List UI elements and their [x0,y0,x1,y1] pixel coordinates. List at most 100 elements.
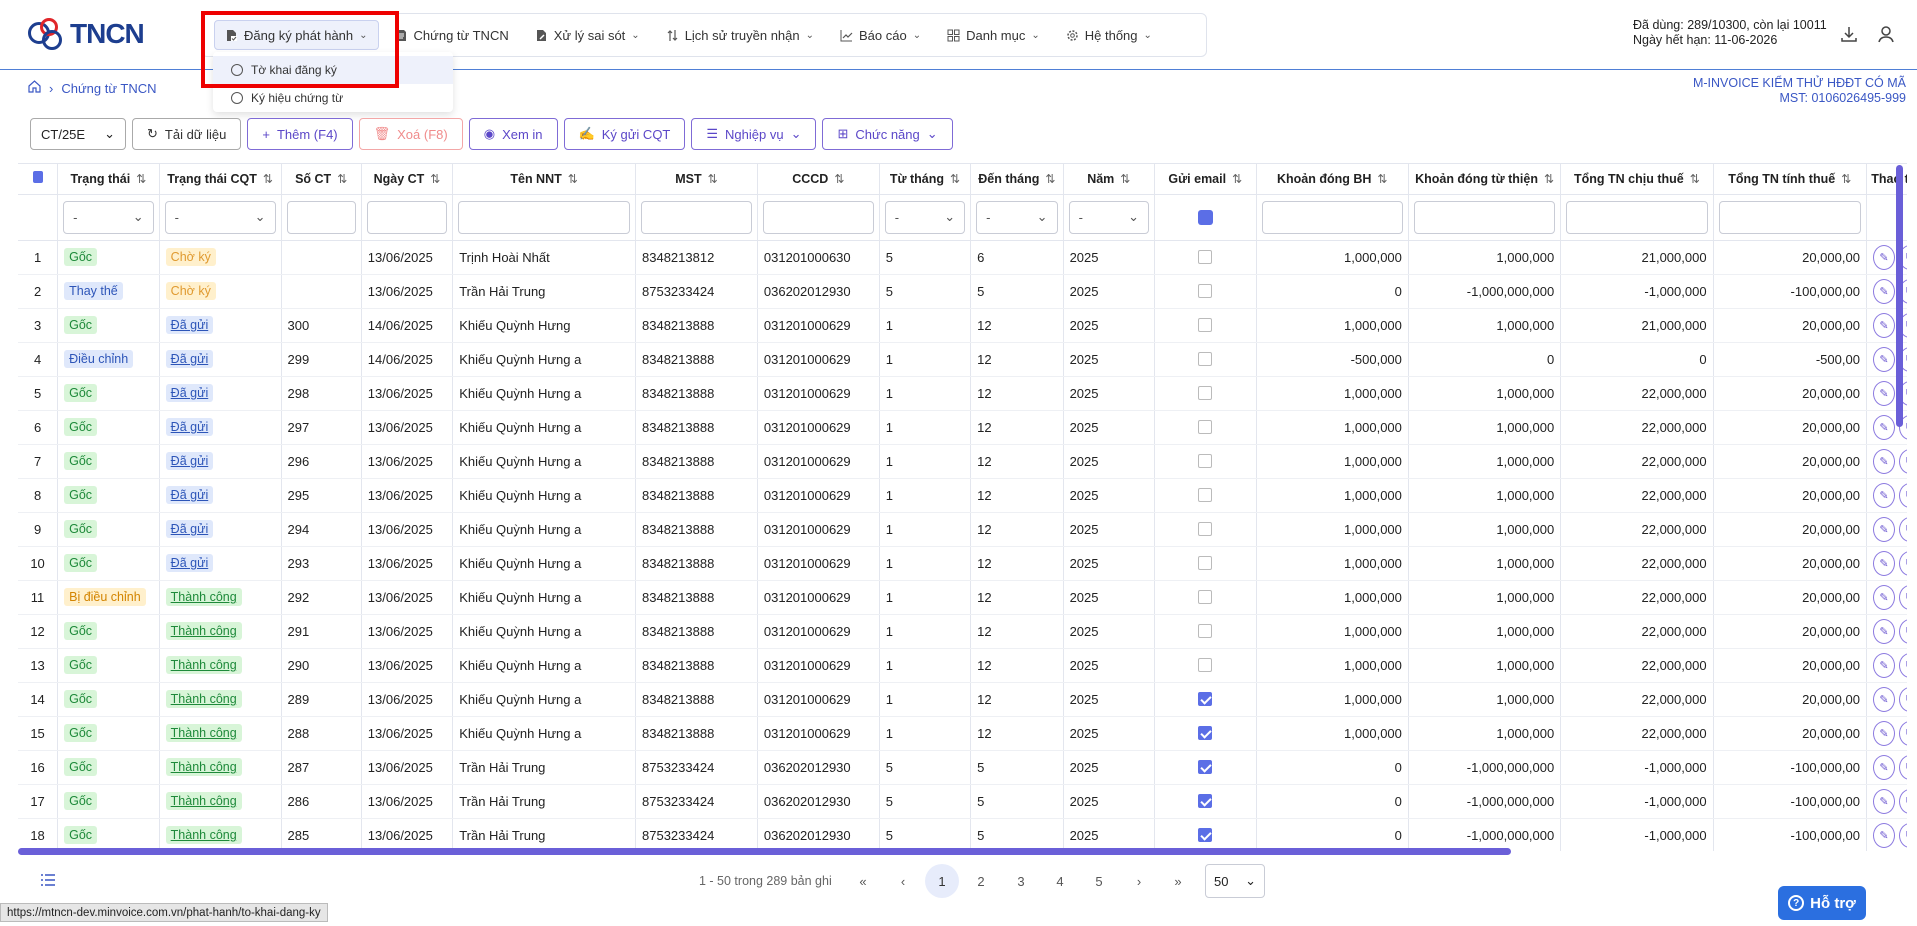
tncn-logo[interactable]: TNCN [26,16,145,52]
cqt-status-badge[interactable]: Thành công [165,690,242,708]
cqt-status-badge[interactable]: Đã gửi [165,452,214,470]
col-header[interactable]: Năm ⇅ [1063,164,1155,195]
edit-icon[interactable]: ✎ [1872,550,1895,576]
user-icon[interactable] [1876,24,1896,44]
col-header[interactable]: Ngày CT ⇅ [361,164,454,195]
copy-icon[interactable]: ⧉ [1898,720,1907,746]
col-header[interactable]: Từ tháng ⇅ [879,164,972,195]
reload-button[interactable]: ↻ Tải dữ liệu [132,118,242,150]
table-row[interactable]: 8 Gốc Đã gửi 295 13/06/2025 Khiếu Quỳnh Hưng … [18,478,1907,513]
page-button[interactable]: 1 [925,864,959,898]
copy-icon[interactable]: ⧉ [1898,584,1907,610]
email-checkbox[interactable] [1198,488,1213,502]
edit-icon[interactable]: ✎ [1872,448,1895,474]
edit-icon[interactable]: ✎ [1872,652,1895,678]
copy-icon[interactable]: ⧉ [1898,482,1907,508]
nav-xu-ly-sai-sot[interactable]: Xử lý sai sót ⌄ [525,20,650,50]
functions-button[interactable]: ⊞ Chức năng ⌄ [822,118,953,150]
cqt-status-badge[interactable]: Chờ ký [165,248,216,266]
copy-icon[interactable]: ⧉ [1898,822,1907,848]
email-checkbox[interactable] [1198,692,1213,706]
edit-icon[interactable]: ✎ [1872,516,1895,542]
sign-send-button[interactable]: ✍ Ký gửi CQT [563,118,686,150]
table-row[interactable]: 5 Gốc Đã gửi 298 13/06/2025 Khiếu Quỳnh Hưng … [18,376,1907,411]
edit-icon[interactable]: ✎ [1872,754,1895,780]
column-settings-icon[interactable] [18,164,59,195]
col-header[interactable]: Tổng TN tính thuế ⇅ [1713,164,1867,195]
nav-dang-ky-phat-hanh[interactable]: Đăng ký phát hành ⌄ [214,20,379,50]
col-header[interactable]: Khoản đóng BH ⇅ [1256,164,1409,195]
email-checkbox[interactable] [1198,590,1213,604]
page-button[interactable]: 2 [964,864,998,898]
email-checkbox[interactable] [1198,250,1213,264]
edit-icon[interactable]: ✎ [1872,584,1895,610]
cqt-status-badge[interactable]: Đã gửi [165,418,214,436]
operations-button[interactable]: ☰ Nghiệp vụ ⌄ [691,118,817,150]
edit-icon[interactable]: ✎ [1872,618,1895,644]
filter-ten-nnt[interactable] [458,200,630,234]
edit-icon[interactable]: ✎ [1872,720,1895,746]
copy-icon[interactable]: ⧉ [1898,516,1907,542]
table-row[interactable]: 18 Gốc Thành công 285 13/06/2025 Trần Hải Tru… [18,818,1907,851]
filter-tu-thien[interactable] [1413,200,1556,234]
copy-icon[interactable]: ⧉ [1898,550,1907,576]
cqt-status-badge[interactable]: Thành công [165,826,242,844]
table-row[interactable]: 17 Gốc Thành công 286 13/06/2025 Trần Hải Tru… [18,784,1907,819]
home-icon[interactable] [28,80,41,96]
table-row[interactable]: 11 Bị điều chỉnh Thành công 292 13/06/2025 Kh… [18,580,1907,615]
filter-ngay-ct[interactable] [366,200,448,234]
filter-status[interactable]: - ⌄ [63,200,154,234]
filter-mst[interactable] [641,200,752,234]
cqt-status-badge[interactable]: Đã gửi [165,384,214,402]
edit-icon[interactable]: ✎ [1872,278,1895,304]
col-header[interactable]: Tổng TN chịu thuế ⇅ [1560,164,1714,195]
nav-he-thong[interactable]: Hệ thống ⌄ [1056,20,1162,50]
edit-icon[interactable]: ✎ [1872,686,1895,712]
filter-nam[interactable]: - ⌄ [1068,200,1149,234]
view-print-button[interactable]: ◉ Xem in [468,118,558,150]
edit-icon[interactable]: ✎ [1872,822,1895,848]
edit-icon[interactable]: ✎ [1872,244,1895,270]
col-header[interactable]: MST ⇅ [635,164,758,195]
email-checkbox[interactable] [1198,760,1213,774]
filter-so-ct[interactable] [286,200,356,234]
cqt-status-badge[interactable]: Đã gửi [165,520,214,538]
table-row[interactable]: 15 Gốc Thành công 288 13/06/2025 Khiếu Quỳnh … [18,716,1907,751]
filter-tu-thang[interactable]: - ⌄ [884,200,966,234]
col-header[interactable]: Trạng thái ⇅ [57,164,160,195]
email-checkbox[interactable] [1198,726,1213,740]
email-checkbox[interactable] [1198,318,1213,332]
vertical-scrollbar[interactable] [1896,165,1903,427]
filter-tn-tinh-thue[interactable] [1718,200,1861,234]
cqt-status-badge[interactable]: Thành công [165,792,242,810]
email-checkbox[interactable] [1198,420,1213,434]
edit-icon[interactable]: ✎ [1872,380,1895,406]
table-row[interactable]: 13 Gốc Thành công 290 13/06/2025 Khiếu Quỳnh … [18,648,1907,683]
table-row[interactable]: 1 Gốc Chờ ký 13/06/2025 Trịnh Hoài Nhất 83482… [18,240,1907,275]
cqt-status-badge[interactable]: Thành công [165,588,242,606]
filter-den-thang[interactable]: - ⌄ [976,200,1058,234]
cqt-status-badge[interactable]: Đã gửi [165,350,214,368]
email-checkbox[interactable] [1198,522,1213,536]
col-header[interactable]: Tên NNT ⇅ [452,164,636,195]
email-checkbox[interactable] [1198,624,1213,638]
table-row[interactable]: 12 Gốc Thành công 291 13/06/2025 Khiếu Quỳnh … [18,614,1907,649]
prev-page-button[interactable]: ‹ [886,864,920,898]
table-row[interactable]: 2 Thay thế Chờ ký 13/06/2025 Trần Hải Trung 8… [18,274,1907,309]
nav-lich-su-truyen-nhan[interactable]: Lịch sử truyền nhận ⌄ [656,20,824,50]
edit-icon[interactable]: ✎ [1872,312,1895,338]
col-header[interactable]: Khoản đóng từ thiện ⇅ [1408,164,1562,195]
email-checkbox[interactable] [1198,352,1213,366]
series-select[interactable]: CT/25E ⌄ [30,118,126,150]
table-row[interactable]: 7 Gốc Đã gửi 296 13/06/2025 Khiếu Quỳnh Hưng … [18,444,1907,479]
next-page-button[interactable]: › [1122,864,1156,898]
email-checkbox[interactable] [1198,454,1213,468]
copy-icon[interactable]: ⧉ [1898,788,1907,814]
email-checkbox[interactable] [1198,828,1213,842]
filter-tn-chiu-thue[interactable] [1566,200,1708,234]
add-button[interactable]: + Thêm (F4) [247,118,353,150]
download-icon[interactable] [1839,24,1859,44]
cqt-status-badge[interactable]: Thành công [165,622,242,640]
col-header[interactable]: Đến tháng ⇅ [970,164,1064,195]
col-header[interactable]: Trạng thái CQT ⇅ [159,164,282,195]
